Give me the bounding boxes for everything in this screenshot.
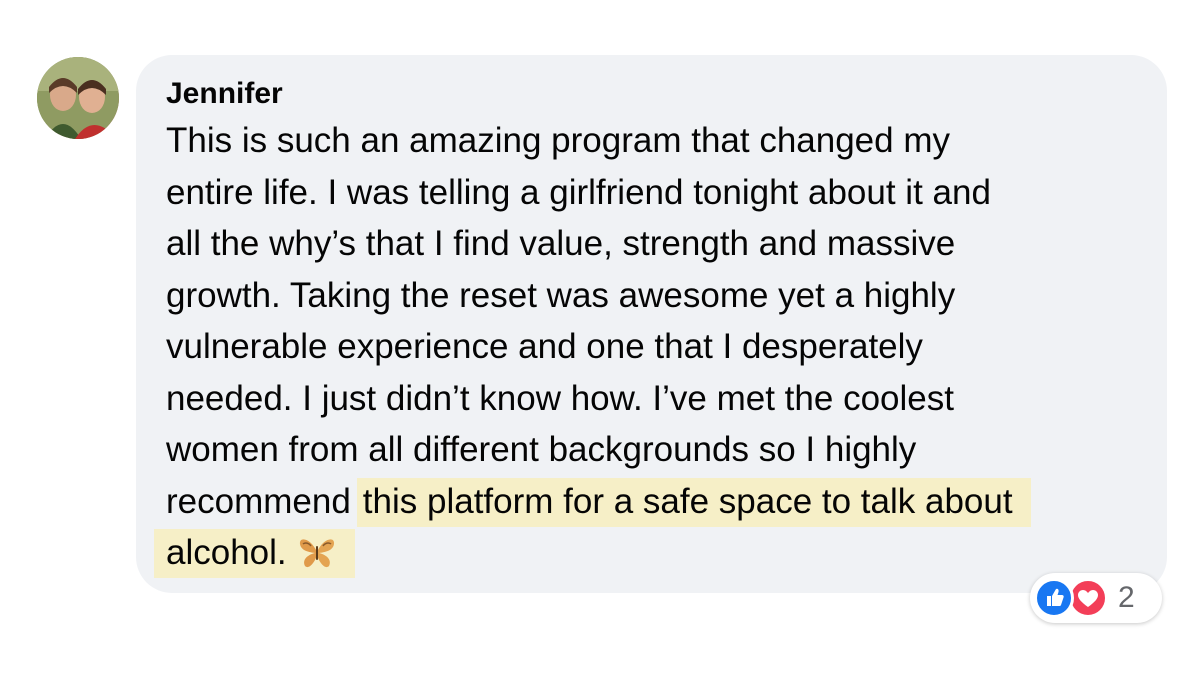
comment-line: needed. I just didn’t know how. I’ve met… bbox=[166, 378, 954, 418]
reaction-count: 2 bbox=[1118, 581, 1135, 614]
love-icon bbox=[1068, 578, 1108, 618]
comment-line: This is such an amazing program that cha… bbox=[166, 121, 950, 160]
comment-line-8: recommend this platform for a safe space … bbox=[166, 476, 1126, 528]
avatar-photo bbox=[37, 57, 119, 139]
comment-line: entire life. I was telling a girlfriend … bbox=[166, 172, 991, 212]
comment-line: women from all different backgrounds so … bbox=[166, 430, 917, 469]
comment-text-plain: recommend bbox=[166, 481, 351, 521]
highlighted-text: this platform for a safe space to talk a… bbox=[356, 477, 1031, 527]
comment-author[interactable]: Jennifer bbox=[166, 76, 283, 112]
highlighted-text-end: alcohol. bbox=[154, 529, 355, 578]
butterfly-icon bbox=[297, 533, 337, 585]
comment-line: all the why’s that I find value, strengt… bbox=[166, 224, 956, 263]
avatar[interactable] bbox=[37, 57, 119, 139]
comment-line: vulnerable experience and one that I des… bbox=[166, 327, 923, 366]
highlighted-text-word: alcohol. bbox=[166, 533, 287, 572]
comment-text: This is such an amazing program that cha… bbox=[154, 115, 1126, 579]
comment-line-9: alcohol. bbox=[154, 527, 1126, 579]
like-icon bbox=[1034, 578, 1074, 618]
comment-line: growth. Taking the reset was awesome yet… bbox=[166, 275, 956, 315]
reactions-summary[interactable]: 2 bbox=[1030, 573, 1162, 623]
